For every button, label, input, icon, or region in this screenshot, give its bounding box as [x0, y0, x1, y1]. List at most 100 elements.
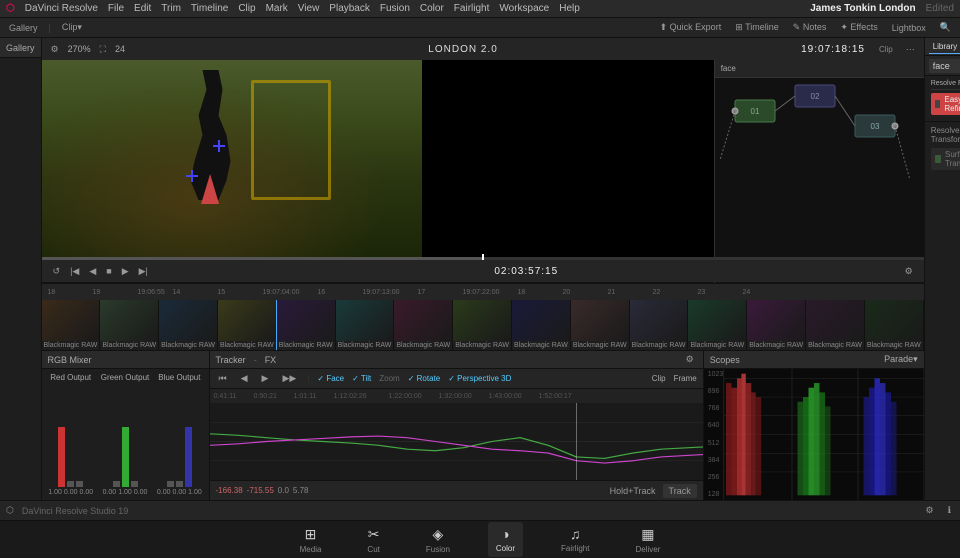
blue-b-bar — [185, 427, 192, 487]
media-label: Media — [300, 545, 322, 554]
menu-help[interactable]: Help — [559, 3, 580, 14]
menu-workspace[interactable]: Workspace — [499, 3, 549, 14]
main-area: Gallery No stills created ⚙ 270% ⛶ 24 LO… — [0, 38, 960, 500]
green-v1: 0.00 — [103, 489, 117, 496]
bottom-panels: RGB Mixer Red Output — [42, 351, 924, 500]
green-r-bar — [113, 481, 120, 487]
timeline-clip-14[interactable]: Blackmagic RAW — [865, 300, 924, 350]
project-title: James Tonkin London — [810, 3, 915, 14]
edit-label: Edited — [926, 3, 954, 14]
menu-color[interactable]: Color — [420, 3, 444, 14]
timeline-btn[interactable]: ⊞ Timeline — [732, 21, 782, 34]
timeline-clip-9[interactable]: Blackmagic RAW — [571, 300, 630, 350]
menu-timeline[interactable]: Timeline — [191, 3, 228, 14]
next-frame-btn[interactable]: ▶| — [136, 265, 151, 278]
viewer-more-btn[interactable]: ⋯ — [903, 43, 918, 56]
hold-track-btn[interactable]: Hold+Track — [607, 485, 659, 497]
menu-fairlight[interactable]: Fairlight — [454, 3, 490, 14]
timeline-clip-11[interactable]: Blackmagic RAW — [688, 300, 747, 350]
effects-btn[interactable]: ✦ Effects — [837, 21, 880, 34]
timeline-clip-4[interactable]: Blackmagic RAW — [277, 300, 336, 350]
easy-refinement-btn[interactable]: Easy Refinement — [931, 93, 960, 115]
timecode-display: 19:07:18:15 — [801, 44, 865, 55]
timeline-clip-2[interactable]: Blackmagic RAW — [159, 300, 218, 350]
scopes-header: Scopes Parade▾ — [704, 351, 924, 369]
surface-tramel-item[interactable]: Surface Tramel — [931, 148, 960, 170]
viewer-settings-btn[interactable]: ⚙ — [48, 43, 62, 56]
menu-mark[interactable]: Mark — [266, 3, 288, 14]
library-tab[interactable]: Library — [929, 40, 960, 54]
clip-dropdown-tracker[interactable]: Clip — [652, 374, 666, 383]
tracker-settings-btn[interactable]: ⚙ — [683, 353, 697, 366]
track-btn[interactable]: Track — [663, 484, 697, 498]
timeline-clip-3[interactable]: Blackmagic RAW — [218, 300, 277, 350]
tilt-option[interactable]: ✓ Tilt — [352, 374, 371, 383]
lightbox-btn[interactable]: Lightbox — [889, 22, 929, 34]
timeline-clip-12[interactable]: Blackmagic RAW — [747, 300, 806, 350]
notes-btn[interactable]: ✎ Notes — [790, 21, 830, 34]
video-frame — [42, 60, 422, 260]
status-info-btn[interactable]: ℹ — [945, 504, 954, 517]
ts-7: 1:52:00:17 — [539, 393, 594, 400]
ts-1: 0:50:21 — [254, 393, 294, 400]
fusion-label: Fusion — [426, 545, 450, 554]
search-btn[interactable]: 🔍 — [937, 21, 954, 34]
tracker-play-btn[interactable]: ▶ — [259, 372, 272, 385]
duration-display: 02:03:57:15 — [494, 266, 558, 277]
tick-6: 16 — [316, 289, 361, 296]
right-panel: Library Resolve FX Refine Easy Refinemen… — [924, 38, 960, 500]
green-g-bar — [122, 427, 129, 487]
status-settings-btn[interactable]: ⚙ — [923, 504, 937, 517]
face-option[interactable]: ✓ Face — [317, 374, 344, 383]
perspective-option[interactable]: ✓ Perspective 3D — [448, 374, 511, 383]
tracker-next-btn[interactable]: ▶▶ — [279, 372, 299, 385]
menu-file[interactable]: File — [108, 3, 124, 14]
timeline-clip-10[interactable]: Blackmagic RAW — [630, 300, 689, 350]
tick-4: 15 — [216, 289, 261, 296]
scopes-mode[interactable]: Parade▾ — [884, 354, 918, 365]
toolbar: Gallery | Clip▾ ⬆ Quick Export ⊞ Timelin… — [0, 18, 960, 38]
menu-edit[interactable]: Edit — [134, 3, 151, 14]
menu-davinci[interactable]: DaVinci Resolve — [25, 3, 98, 14]
menu-view[interactable]: View — [298, 3, 320, 14]
blue-v1: 0.00 — [157, 489, 171, 496]
tracker-back-btn[interactable]: ⏮ — [216, 372, 230, 385]
play-reverse-btn[interactable]: ◀ — [86, 265, 99, 278]
rgb-mixer-content: Red Output — [42, 369, 209, 500]
transform-icon — [935, 155, 941, 163]
status-bar: ⬡ DaVinci Resolve Studio 19 ⚙ ℹ — [0, 500, 960, 520]
prev-frame-btn[interactable]: |◀ — [67, 265, 82, 278]
timeline-clip-0[interactable]: Blackmagic RAW — [42, 300, 101, 350]
timeline-clip-6[interactable]: Blackmagic RAW — [394, 300, 453, 350]
viewer-opts-btn[interactable]: ⚙ — [902, 265, 916, 278]
gallery-btn[interactable]: Gallery — [6, 22, 41, 34]
tracker-prev-btn[interactable]: ◀ — [238, 372, 251, 385]
cut-label: Cut — [367, 545, 379, 554]
timeline-clip-1[interactable]: Blackmagic RAW — [100, 300, 159, 350]
tick-5: 19:07:04:00 — [261, 289, 316, 296]
menu-fusion[interactable]: Fusion — [380, 3, 410, 14]
menu-trim[interactable]: Trim — [161, 3, 181, 14]
menu-clip[interactable]: Clip — [238, 3, 255, 14]
timeline-clip-7[interactable]: Blackmagic RAW — [453, 300, 512, 350]
zoom-option[interactable]: Zoom — [379, 374, 399, 383]
play-btn[interactable]: ▶ — [119, 265, 132, 278]
rotate-option[interactable]: ✓ Rotate — [408, 374, 441, 383]
loop-btn[interactable]: ↺ — [50, 265, 64, 278]
frame-dropdown-tracker[interactable]: Frame — [674, 374, 697, 383]
timeline-clip-8[interactable]: Blackmagic RAW — [512, 300, 571, 350]
tracker-graph — [210, 403, 703, 480]
red-v1: 1.00 — [48, 489, 62, 496]
timeline-clip-5[interactable]: Blackmagic RAW — [336, 300, 395, 350]
menu-playback[interactable]: Playback — [329, 3, 370, 14]
timeline-clip-13[interactable]: Blackmagic RAW — [806, 300, 865, 350]
viewer-toolbar: ⚙ 270% ⛶ 24 LONDON 2.0 19:07:18:15 Clip … — [42, 38, 924, 60]
stop-btn[interactable]: ■ — [103, 265, 114, 277]
library-search-input[interactable] — [929, 59, 960, 73]
viewer-expand-btn[interactable]: ⛶ — [97, 43, 109, 56]
rgb-mixer-title: RGB Mixer — [48, 355, 92, 365]
ts-4: 1:22:00:00 — [389, 393, 439, 400]
green-v3: 0.00 — [134, 489, 148, 496]
clip-dropdown[interactable]: Clip▾ — [59, 21, 85, 34]
quick-export-btn[interactable]: ⬆ Quick Export — [657, 21, 725, 34]
